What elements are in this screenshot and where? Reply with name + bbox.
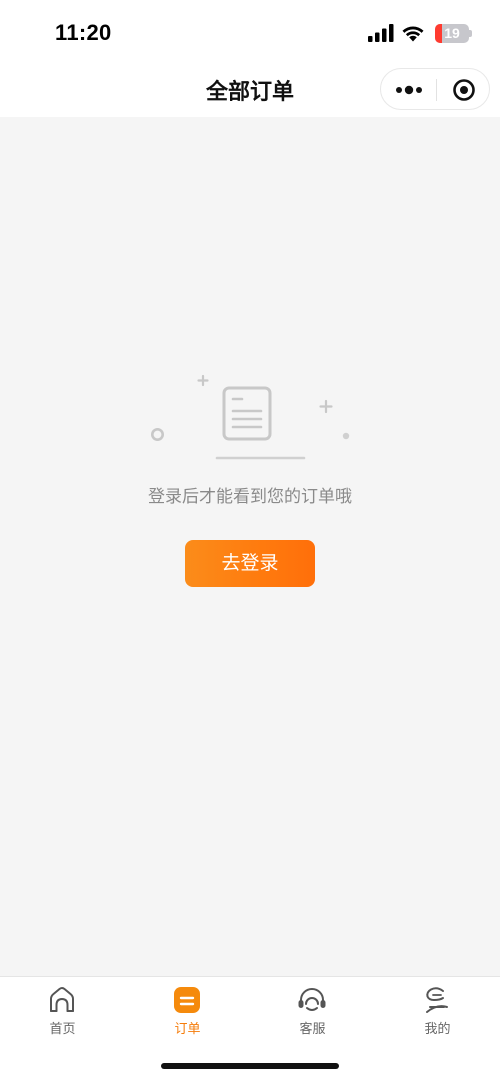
- battery-tip: [469, 30, 472, 37]
- tab-profile[interactable]: 我的: [375, 977, 500, 1047]
- tab-label: 客服: [299, 1022, 326, 1037]
- empty-state-message: 登录后才能看到您的订单哦: [148, 487, 352, 507]
- signal-icon: [368, 24, 394, 42]
- battery-icon: 19: [435, 24, 469, 43]
- more-button[interactable]: [381, 69, 436, 111]
- order-icon: [174, 987, 200, 1013]
- ring-decoration: [151, 427, 164, 441]
- dot-decoration: [342, 432, 350, 440]
- battery-level: 19: [444, 25, 460, 41]
- close-button[interactable]: [437, 69, 490, 111]
- tab-orders[interactable]: 订单: [125, 977, 250, 1047]
- tab-label: 订单: [174, 1022, 201, 1037]
- screen: 11:20 19 全部订单 登录后才能看到您的订单哦 去登录 首页 订单 客服 …: [0, 0, 500, 1069]
- wifi-icon: [402, 26, 424, 42]
- nav-bar: 全部订单: [0, 62, 500, 117]
- login-button[interactable]: 去登录: [185, 540, 315, 587]
- tab-bar: 首页 订单 客服 我的: [0, 976, 500, 1069]
- target-close-icon: [452, 79, 475, 101]
- home-indicator: [161, 1063, 339, 1069]
- status-bar: 11:20 19: [0, 0, 500, 62]
- profile-icon: [426, 987, 448, 1013]
- tab-home[interactable]: 首页: [0, 977, 125, 1047]
- empty-orders-illustration: [151, 374, 350, 460]
- home-icon: [50, 987, 74, 1012]
- headset-icon: [298, 988, 326, 1011]
- document-icon: [222, 386, 272, 441]
- more-dots-icon: [395, 85, 422, 95]
- status-time: 11:20: [55, 20, 112, 45]
- tab-label: 首页: [49, 1022, 76, 1037]
- tab-label: 我的: [424, 1022, 451, 1037]
- mini-program-capsule: [380, 68, 490, 110]
- tab-customer-service[interactable]: 客服: [250, 977, 375, 1047]
